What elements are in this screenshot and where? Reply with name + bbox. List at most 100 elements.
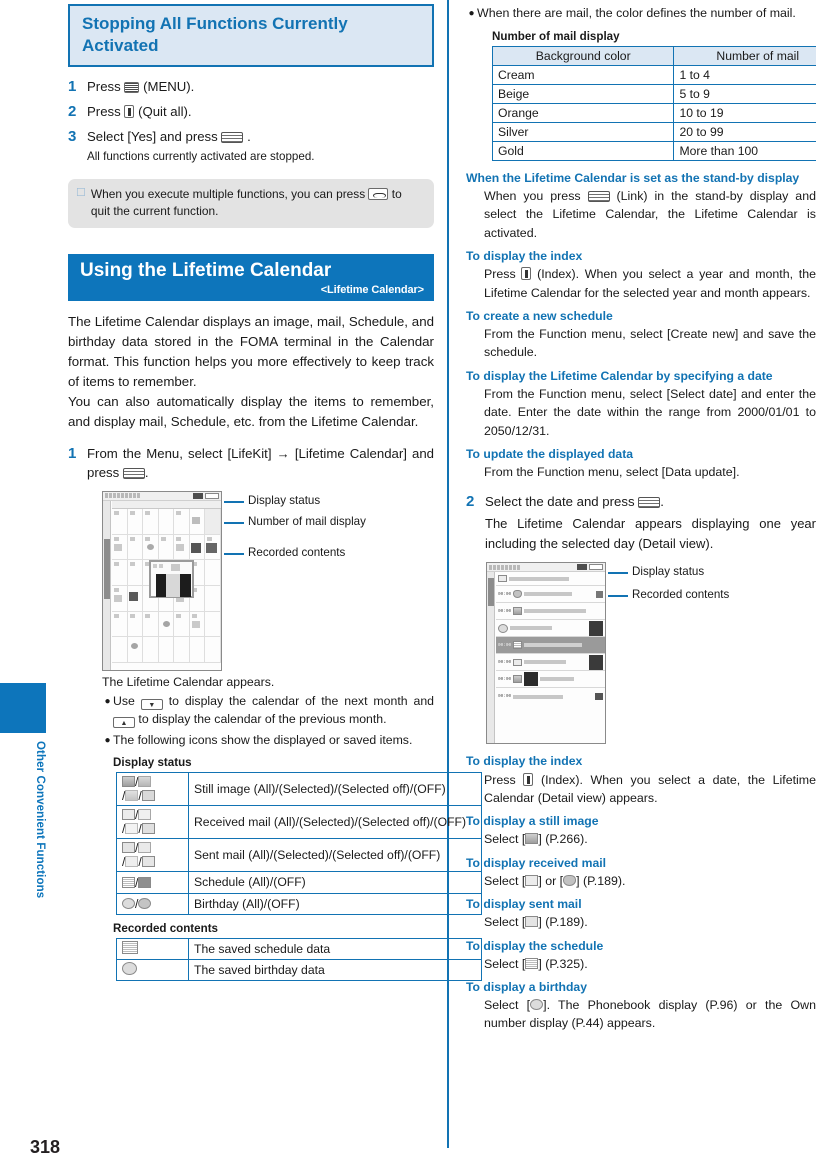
step-text-after: .	[247, 128, 251, 144]
calendar-step-2: 2 Select the date and press .	[466, 492, 816, 511]
right-column: ● When there are mail, the color defines…	[466, 2, 816, 1033]
subsection-display-index-2: To display the index Press (Index). When…	[466, 753, 816, 807]
still-image-icon	[525, 833, 539, 845]
mail-color-bullet: ● When there are mail, the color defines…	[466, 5, 816, 23]
table-row: / / / Sent mail (All)/(Selected)/(Selecte…	[116, 838, 482, 873]
step-text: Select [Yes] and press .	[87, 127, 251, 146]
bullet-item: ● The following icons show the displayed…	[102, 732, 434, 750]
display-status-table: / / / Still image (All)/(Selected)/(Selec…	[116, 772, 482, 915]
step-text-before: Select [Yes] and press	[87, 128, 218, 144]
cell-color: Silver	[491, 121, 675, 142]
intro-paragraph-2: You can also automatically display the i…	[68, 393, 434, 429]
received-mail-alt-icon	[563, 874, 577, 886]
received-mail-icon	[525, 874, 539, 886]
down-key-icon: ▼	[140, 698, 163, 710]
table-row: Beige 5 to 9	[491, 83, 816, 104]
display-status-caption: Display status	[113, 756, 192, 770]
subsection-body: When you press (Link) in the stand-by di…	[484, 187, 816, 242]
cell-color: Orange	[491, 102, 675, 123]
section-title: Using the Lifetime Calendar	[80, 260, 332, 282]
step-3-note: All functions currently activated are st…	[87, 149, 315, 163]
table-row: Silver 20 to 99	[491, 121, 816, 142]
subsection-display-index: To display the index Press (Index). When…	[466, 248, 816, 302]
list-item[interactable]	[496, 620, 605, 638]
scrollbar[interactable]	[487, 572, 495, 744]
subsection-specify-date: To display the Lifetime Calendar by spec…	[466, 368, 816, 440]
bullet-dot-icon: ●	[468, 8, 475, 19]
bullet-list: ● Use ▼ to display the calendar of the n…	[102, 693, 434, 749]
row-label: Sent mail (All)/(Selected)/(Selected off…	[188, 838, 482, 873]
subsection-birthday: To display a birthday Select []. The Pho…	[466, 979, 816, 1033]
column-header-background-color: Background color	[491, 45, 675, 66]
birthday-data-icon	[116, 958, 189, 981]
step-number: 1	[68, 444, 77, 462]
number-of-mail-table: Background color Number of mail Cream 1 …	[491, 45, 816, 161]
bullet-mid: to display the calendar of the next mont…	[168, 693, 434, 708]
row-label: Still image (All)/(Selected)/(Selected o…	[188, 772, 482, 807]
list-item[interactable]: 00:00	[496, 688, 605, 705]
up-key-icon: ▲	[113, 716, 135, 728]
subsection-title: To display the Lifetime Calendar by spec…	[466, 368, 773, 383]
left-column: Stopping All Functions Currently Activat…	[68, 4, 482, 981]
image-preview-popup	[149, 559, 194, 598]
schedule-status-icon: /	[116, 871, 189, 894]
list-item[interactable]: 00:00	[496, 654, 605, 672]
step-number: 3	[68, 127, 77, 145]
row-label: Received mail (All)/(Selected)/(Selected…	[188, 805, 482, 840]
bullet-item: ● Use ▼ to display the calendar of the n…	[102, 693, 434, 729]
cell-count: 1 to 4	[673, 64, 816, 85]
list-item[interactable]: 00:00	[496, 603, 605, 621]
detail-list[interactable]: 00:00 00:00 00:00 00:00 00:00 00:00	[496, 572, 605, 705]
birthday-status-icon: /	[116, 892, 189, 915]
subsection-title: To display sent mail	[466, 897, 582, 912]
cell-count: More than 100	[673, 140, 816, 161]
scrollbar[interactable]	[103, 500, 111, 670]
step-text-before: Press	[87, 78, 121, 94]
subsection-body: From the Function menu, select [Create n…	[484, 327, 816, 360]
after-screenshot-text: The Lifetime Calendar appears.	[102, 674, 275, 689]
body-before: When you press	[484, 189, 581, 204]
body-before: Press	[484, 267, 516, 282]
bullet-text: When there are mail, the color defines t…	[477, 6, 796, 20]
bullet-text: Use ▼ to display the calendar of the nex…	[113, 693, 434, 729]
subsection-standby: When the Lifetime Calendar is set as the…	[466, 170, 816, 242]
row-label: The saved schedule data	[188, 937, 482, 960]
subsection-body: Select [] (P.189).	[484, 913, 816, 931]
table-row: / / / Still image (All)/(Selected)/(Selec…	[116, 772, 482, 807]
table-header-row: Background color Number of mail	[491, 45, 816, 66]
subsection-body: Select [] or [] (P.189).	[484, 872, 816, 890]
cell-count: 10 to 19	[673, 102, 816, 123]
calendar-month-screenshot: Display status Number of mail display Re…	[102, 490, 434, 673]
subsection-sent-mail: To display sent mail Select [] (P.189).	[466, 896, 816, 931]
step-text-after: .	[660, 494, 664, 510]
body-after: ] (P.325).	[538, 956, 588, 971]
i-key-icon	[521, 267, 532, 281]
subsection-body: Select [] (P.325).	[484, 955, 816, 973]
body-before: Select [	[484, 873, 526, 888]
intro-paragraph-1: The Lifetime Calendar displays an image,…	[68, 314, 434, 389]
subsection-title: To display the index	[466, 754, 583, 769]
birthday-icon	[530, 999, 544, 1011]
body-after: ] (P.189).	[538, 915, 588, 930]
list-item[interactable]: 00:00	[496, 671, 605, 689]
i-key-icon	[523, 772, 534, 786]
step-text-after: (MENU).	[143, 78, 195, 94]
list-item[interactable]: 00:00	[496, 586, 605, 604]
list-item[interactable]	[496, 572, 605, 587]
section-heading-stopping-all-functions: Stopping All Functions Currently Activat…	[68, 4, 434, 67]
table-row: / Schedule (All)/(OFF)	[116, 871, 482, 894]
bullet-dot-icon: ●	[104, 695, 111, 707]
section-heading-using-lifetime-calendar: Using the Lifetime Calendar <Lifetime Ca…	[68, 254, 434, 302]
subsection-body: Press (Index). When you select a date, t…	[484, 771, 816, 808]
display-status-bar	[103, 491, 221, 501]
received-mail-status-icon: / / /	[116, 805, 189, 840]
tip-marker-icon: ☐	[76, 186, 86, 199]
subsection-body: Select [] (P.266).	[484, 830, 816, 848]
cell-color: Beige	[491, 83, 675, 104]
step-number: 2	[68, 102, 77, 120]
subsection-received-mail: To display received mail Select [] or []…	[466, 855, 816, 890]
subsection-title: To display a still image	[466, 814, 599, 829]
table-row: The saved birthday data	[116, 958, 482, 981]
list-item-selected[interactable]: 00:00	[496, 637, 605, 655]
cell-color: Gold	[491, 140, 675, 161]
